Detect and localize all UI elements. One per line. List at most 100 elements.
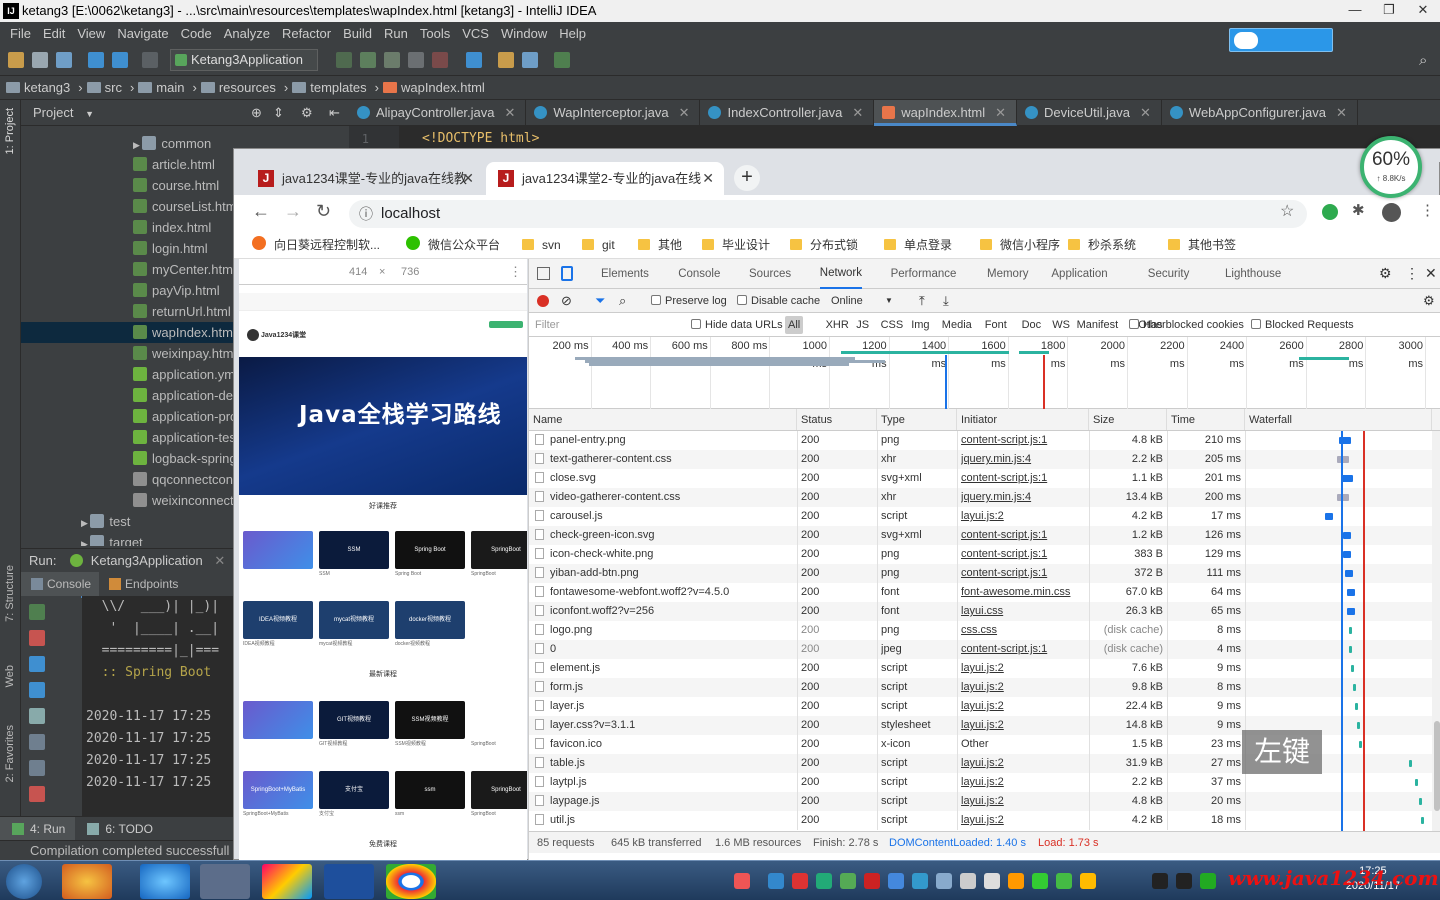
close-icon[interactable]: ✕ xyxy=(1406,0,1440,22)
menu-item-run[interactable]: Run xyxy=(378,26,414,41)
tray-icon-cloud[interactable] xyxy=(912,873,928,889)
tree-item[interactable]: qqconnectconfig xyxy=(133,469,247,490)
tree-item[interactable]: ▶ target xyxy=(81,532,143,546)
tray-bell-icon[interactable] xyxy=(984,873,1000,889)
project-structure-icon[interactable] xyxy=(522,52,538,68)
network-settings-icon[interactable]: ⚙ xyxy=(1423,289,1435,313)
tree-item[interactable]: application.yml xyxy=(133,364,238,385)
table-row[interactable]: yiban-add-btn.png 200 png content-script.js… xyxy=(529,564,1440,583)
tray-icon-green[interactable] xyxy=(1056,873,1072,889)
tray-shield-icon[interactable] xyxy=(816,873,832,889)
more-menu-icon[interactable]: ⋮ xyxy=(1420,201,1435,219)
tree-item[interactable]: login.html xyxy=(133,238,208,259)
chevron-down-icon[interactable]: ▼ xyxy=(885,289,893,313)
tree-item[interactable]: payVip.html xyxy=(133,280,220,301)
taskbar-editor-icon[interactable] xyxy=(324,864,374,899)
menu-item-help[interactable]: Help xyxy=(553,26,592,41)
menu-item-navigate[interactable]: Navigate xyxy=(111,26,174,41)
cell-initiator[interactable]: layui.js:2 xyxy=(961,754,1087,773)
menu-item-analyze[interactable]: Analyze xyxy=(218,26,276,41)
table-row[interactable]: element.js 200 script layui.js:2 7.6 kB 9 ms xyxy=(529,659,1440,678)
tree-item[interactable]: article.html xyxy=(133,154,215,175)
gear-icon[interactable]: ⚙ xyxy=(1379,265,1392,282)
bookmark-item[interactable]: 秒杀系统 xyxy=(1068,231,1136,259)
extension-check-icon[interactable] xyxy=(1322,204,1338,220)
course-card[interactable]: SpringBoot xyxy=(471,771,527,809)
menu-item-build[interactable]: Build xyxy=(337,26,378,41)
bookmark-star-icon[interactable]: ☆ xyxy=(1280,201,1294,221)
tray-nvidia-icon[interactable] xyxy=(840,873,856,889)
tree-item[interactable]: index.html xyxy=(133,217,211,238)
bookmark-item[interactable]: 微信小程序 xyxy=(980,231,1060,259)
run-tab-console[interactable]: Console xyxy=(21,572,100,598)
scrollbar[interactable] xyxy=(1432,431,1440,831)
collapse-icon[interactable]: ⇕ xyxy=(273,100,284,126)
menu-item-code[interactable]: Code xyxy=(175,26,218,41)
tree-item[interactable]: logback-spring.x xyxy=(133,448,247,469)
type-filter-css[interactable]: CSS xyxy=(881,313,904,337)
column-header-status[interactable]: Status xyxy=(797,409,877,430)
expand-arrow-icon[interactable]: ▶ xyxy=(133,140,142,150)
editor-tab[interactable]: AlipayController.java ✕ xyxy=(349,100,527,126)
cell-initiator[interactable]: layui.js:2 xyxy=(961,678,1087,697)
cell-initiator[interactable]: jquery.min.js:4 xyxy=(961,488,1087,507)
table-row[interactable]: text-gatherer-content.css 200 xhr jquery.mi… xyxy=(529,450,1440,469)
tray-network-icon[interactable] xyxy=(1200,873,1216,889)
cell-initiator[interactable]: font-awesome.min.css xyxy=(961,583,1087,602)
throttle-select[interactable]: Online xyxy=(831,289,863,313)
editor-tab[interactable]: WapInterceptor.java ✕ xyxy=(526,100,701,126)
table-row[interactable]: fontawesome-webfont.woff2?v=4.5.0 200 font… xyxy=(529,583,1440,602)
bookmark-item[interactable]: 单点登录 xyxy=(884,231,952,259)
menu-item-refactor[interactable]: Refactor xyxy=(276,26,337,41)
open-folder-icon[interactable] xyxy=(8,52,24,68)
pause-icon[interactable] xyxy=(29,656,45,672)
type-filter-doc[interactable]: Doc xyxy=(1022,313,1042,337)
table-row[interactable]: util.js 200 script layui.js:2 4.2 kB 18 ms xyxy=(529,811,1440,830)
type-filter-js[interactable]: JS xyxy=(856,313,869,337)
course-card[interactable]: docker视频教程 xyxy=(395,601,465,639)
run-configuration-select[interactable]: Ketang3Application xyxy=(170,49,318,71)
save-icon[interactable] xyxy=(32,52,48,68)
start-button-icon[interactable] xyxy=(6,864,42,899)
tray-qq2-icon[interactable] xyxy=(1176,873,1192,889)
tray-icon-yellow[interactable] xyxy=(1080,873,1096,889)
settings-wrench-icon[interactable] xyxy=(498,52,514,68)
table-row[interactable]: panel-entry.png 200 png content-script.js:1… xyxy=(529,431,1440,450)
course-card[interactable]: SpringBoot xyxy=(471,531,527,569)
tree-item[interactable]: application-prod xyxy=(133,406,245,427)
profile-avatar-icon[interactable] xyxy=(1382,203,1401,222)
bookmark-item[interactable]: 其他书签 xyxy=(1168,231,1236,259)
column-header-size[interactable]: Size xyxy=(1089,409,1167,430)
cell-initiator[interactable]: layui.js:2 xyxy=(961,792,1087,811)
chevron-down-icon[interactable]: ▼ xyxy=(85,109,94,119)
layout-icon[interactable] xyxy=(29,708,45,724)
bookmark-item[interactable]: git xyxy=(582,231,615,259)
tray-icon-orange[interactable] xyxy=(1008,873,1024,889)
restore-icon[interactable]: ❐ xyxy=(1372,0,1406,22)
code-line[interactable]: <!DOCTYPE html> xyxy=(422,131,539,146)
tree-item[interactable]: returnUrl.html xyxy=(133,301,231,322)
tray-qq-icon[interactable] xyxy=(1152,873,1168,889)
new-tab-button[interactable]: + xyxy=(734,165,760,191)
profile-icon[interactable] xyxy=(408,52,424,68)
devtools-tab-lighthouse[interactable]: Lighthouse xyxy=(1225,259,1281,289)
close-icon[interactable]: ✕ xyxy=(505,105,516,120)
taskbar-app-icon[interactable] xyxy=(62,864,112,899)
search-icon[interactable]: ⌕ xyxy=(1419,52,1427,69)
table-row[interactable]: video-gatherer-content.css 200 xhr jquery.m… xyxy=(529,488,1440,507)
table-row[interactable]: close.svg 200 svg+xml content-script.js:1 1.… xyxy=(529,469,1440,488)
course-card[interactable]: Spring Boot xyxy=(395,531,465,569)
tree-item[interactable]: courseList.htm xyxy=(133,196,237,217)
cell-initiator[interactable]: css.css xyxy=(961,621,1087,640)
table-row[interactable]: laytpl.js 200 script layui.js:2 2.2 kB 37 ms xyxy=(529,773,1440,792)
run-icon[interactable] xyxy=(336,52,352,68)
tree-item[interactable]: wapIndex.htm xyxy=(21,322,261,343)
devtools-tab-application[interactable]: Application xyxy=(1051,259,1107,289)
close-run-icon[interactable] xyxy=(29,786,45,802)
column-header-time[interactable]: Time xyxy=(1167,409,1245,430)
column-header-initiator[interactable]: Initiator xyxy=(957,409,1089,430)
search-icon[interactable]: ⌕ xyxy=(619,289,626,313)
close-icon[interactable]: ✕ xyxy=(1336,105,1347,120)
vcs-update-icon[interactable] xyxy=(466,52,482,68)
cell-initiator[interactable]: layui.js:2 xyxy=(961,697,1087,716)
